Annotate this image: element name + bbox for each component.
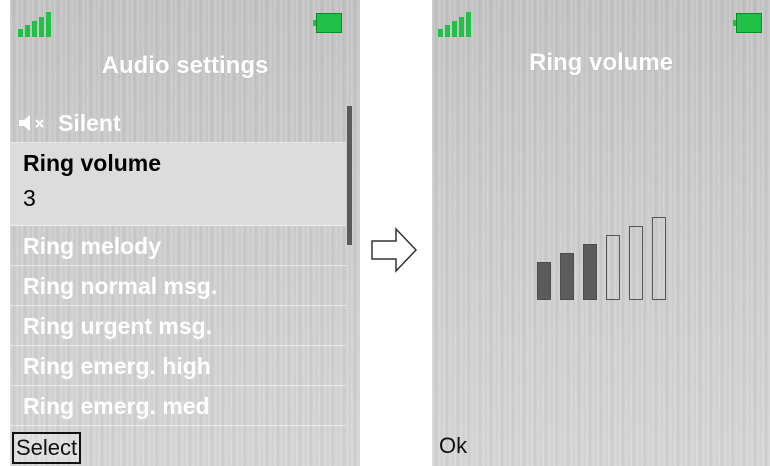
volume-bar [629,226,643,300]
menu-item-label: Ring emerg. med [23,393,210,419]
menu-item-value: 3 [23,185,36,211]
audio-settings-screen: Audio settings Silent Ring volume 3 Ring… [10,0,360,466]
scrollbar[interactable] [347,106,352,245]
speaker-mute-icon [19,115,44,131]
menu-item-label: Silent [58,110,121,136]
menu-item-ring-urgent-msg[interactable]: Ring urgent msg. [10,306,346,346]
menu-item-silent[interactable]: Silent [10,103,346,143]
menu-item-ring-emerg-high[interactable]: Ring emerg. high [10,346,346,386]
menu-item-ring-melody[interactable]: Ring melody [10,226,346,266]
signal-strength-icon [438,11,474,37]
volume-bar [583,244,597,300]
volume-bar [652,217,666,300]
menu-item-label: Ring melody [23,233,162,259]
volume-bar [537,262,551,300]
menu-item-ring-volume[interactable]: Ring volume 3 [10,143,346,226]
page-title: Ring volume [528,49,673,76]
menu-item-ring-normal-msg[interactable]: Ring normal msg. [10,266,346,306]
menu-item-ring-emerg-med[interactable]: Ring emerg. med [10,386,346,426]
volume-bar [560,253,574,300]
ok-softkey[interactable]: Ok [437,432,469,460]
volume-level-indicator[interactable] [537,215,677,300]
ring-volume-screen: Ring volume Ok [432,0,770,466]
volume-bar [606,235,620,300]
battery-icon [313,13,342,33]
menu-item-label: Ring emerg. high [23,353,211,379]
battery-icon [733,13,762,33]
menu-item-label: Ring normal msg. [23,273,218,299]
menu-item-label: Ring urgent msg. [23,313,213,339]
audio-settings-menu: Silent Ring volume 3 Ring melody Ring no… [10,103,346,426]
right-arrow-icon [371,227,418,273]
signal-strength-icon [18,11,54,37]
page-title: Audio settings [101,52,269,79]
menu-item-label: Ring volume [23,150,162,176]
select-softkey[interactable]: Select [12,432,82,464]
